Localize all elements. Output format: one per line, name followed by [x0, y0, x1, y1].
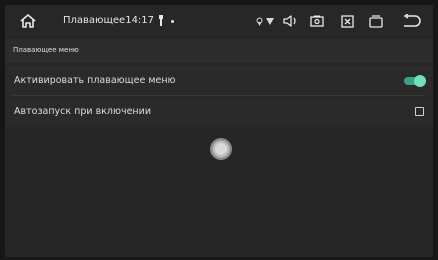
volume-icon[interactable] [281, 5, 301, 37]
screenshot-icon[interactable] [307, 5, 327, 37]
location-icon [254, 5, 264, 37]
back-icon[interactable] [399, 5, 423, 37]
status-title: Плавающее14:17 [63, 15, 155, 26]
setting-label: Активировать плавающее меню [14, 75, 176, 86]
divider [13, 95, 425, 96]
page-title: Плавающее меню [13, 46, 79, 54]
page-header: Плавающее меню [5, 39, 433, 63]
settings-screen: Плавающее14:17 Плавающее меню Активирова… [5, 5, 433, 257]
toggle-thumb[interactable] [414, 75, 426, 87]
close-box-icon[interactable] [337, 5, 357, 37]
autostart-checkbox[interactable] [415, 107, 424, 116]
floating-menu-button[interactable] [210, 138, 232, 160]
home-icon[interactable] [17, 5, 39, 37]
wifi-icon [264, 5, 276, 37]
usb-icon [156, 5, 166, 37]
setting-row-autostart[interactable]: Автозапуск при включении [5, 97, 433, 127]
window-icon[interactable] [366, 5, 386, 37]
status-bar: Плавающее14:17 [5, 5, 433, 37]
notification-dot [171, 20, 174, 23]
setting-row-activate-floating-menu[interactable]: Активировать плавающее меню [5, 66, 433, 96]
setting-label: Автозапуск при включении [14, 106, 151, 117]
